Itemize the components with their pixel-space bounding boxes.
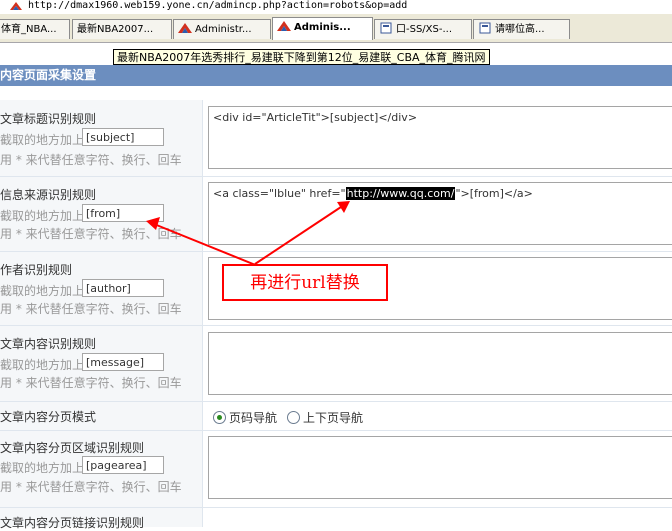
rule-row-subject: 文章标题识别规则 截取的地方加上 [subject] 用 * 来代替任意字符、换…	[0, 100, 672, 177]
tab-label: Administr...	[195, 24, 252, 35]
rule-row-pagearea: 文章内容分页区域识别规则 截取的地方加上 [pagearea] 用 * 来代替任…	[0, 431, 672, 508]
tab-label: 最新NBA2007...	[77, 24, 154, 35]
site-favicon-icon	[277, 21, 291, 31]
rule-hint: 截取的地方加上	[0, 133, 85, 147]
site-favicon-icon	[10, 2, 22, 10]
tab-5[interactable]: 口-SS/XS-...	[374, 19, 472, 39]
rule-title: 文章内容分页区域识别规则	[0, 441, 145, 455]
tab-label: 请哪位高...	[495, 24, 545, 35]
message-rule-textarea[interactable]	[208, 332, 672, 395]
address-url[interactable]: http://dmax1960.web159.yone.cn/admincp.p…	[28, 0, 407, 12]
rule-hint: 截取的地方加上	[0, 461, 85, 475]
selected-url-text: http://www.qq.com/	[345, 187, 456, 200]
subject-rule-textarea[interactable]: <div id="ArticleTit">[subject]</div>	[208, 106, 672, 169]
rule-row-message: 文章内容识别规则 截取的地方加上 [message] 用 * 来代替任意字符、换…	[0, 326, 672, 402]
placeholder-tag-box: [author]	[82, 279, 164, 297]
tab-3[interactable]: Administr...	[173, 19, 271, 39]
rule-hint: 用 * 来代替任意字符、换行、回车	[0, 227, 182, 241]
radio-selected-icon	[213, 411, 226, 424]
placeholder-tag-box: [subject]	[82, 128, 164, 146]
radio-page-number-nav[interactable]: 页码导航	[213, 409, 277, 426]
page-icon	[380, 22, 392, 34]
tab-1[interactable]: 体育_NBA...	[0, 19, 70, 39]
rule-title: 文章内容分页模式	[0, 410, 97, 424]
annotation-callout: 再进行url替换	[222, 264, 388, 301]
rule-hint: 截取的地方加上	[0, 358, 85, 372]
radio-label: 页码导航	[229, 411, 278, 425]
rule-hint: 截取的地方加上	[0, 284, 85, 298]
tab-label: 口-SS/XS-...	[396, 24, 453, 35]
rule-hint: 用 * 来代替任意字符、换行、回车	[0, 153, 182, 167]
tab-strip: 体育_NBA... 最新NBA2007... Administr... Admi…	[0, 14, 672, 43]
tab-6[interactable]: 请哪位高...	[473, 19, 570, 39]
rule-title: 作者识别规则	[0, 263, 73, 277]
rule-hint: 用 * 来代替任意字符、换行、回车	[0, 376, 182, 390]
placeholder-tag-box: [message]	[82, 353, 164, 371]
from-rule-textarea[interactable]: <a class="lblue" href="http://www.qq.com…	[208, 182, 672, 245]
rule-hint: 用 * 来代替任意字符、换行、回车	[0, 302, 182, 316]
tab-label: 体育_NBA...	[1, 24, 57, 35]
radio-label: 上下页导航	[303, 411, 364, 425]
radio-prev-next-nav[interactable]: 上下页导航	[287, 409, 363, 426]
tab-2[interactable]: 最新NBA2007...	[72, 19, 172, 39]
rule-title: 文章内容分页链接识别规则	[0, 516, 145, 530]
rule-row-from: 信息来源识别规则 截取的地方加上 [from] 用 * 来代替任意字符、换行、回…	[0, 177, 672, 252]
section-header: 内容页面采集设置	[0, 65, 672, 86]
rule-hint: 用 * 来代替任意字符、换行、回车	[0, 480, 182, 494]
rule-title: 信息来源识别规则	[0, 188, 97, 202]
tab-label: Adminis...	[294, 22, 351, 33]
tab-tooltip: 最新NBA2007年选秀排行_易建联下降到第12位_易建联_CBA_体育_腾讯网	[113, 49, 490, 65]
textarea-text: <a class="lblue" href="	[213, 187, 346, 200]
site-favicon-icon	[178, 23, 192, 33]
rule-row-pagelinks: 文章内容分页链接识别规则	[0, 508, 672, 530]
rule-hint: 截取的地方加上	[0, 209, 85, 223]
page-icon	[479, 22, 491, 34]
address-bar[interactable]: http://dmax1960.web159.yone.cn/admincp.p…	[0, 0, 672, 14]
pagearea-rule-textarea[interactable]	[208, 436, 672, 499]
textarea-text: ">[from]</a>	[455, 187, 533, 200]
placeholder-tag-box: [from]	[82, 204, 164, 222]
rule-title: 文章标题识别规则	[0, 112, 97, 126]
tab-4-active[interactable]: Adminis...	[272, 17, 373, 40]
placeholder-tag-box: [pagearea]	[82, 456, 164, 474]
rule-title: 文章内容识别规则	[0, 337, 97, 351]
radio-unselected-icon	[287, 411, 300, 424]
